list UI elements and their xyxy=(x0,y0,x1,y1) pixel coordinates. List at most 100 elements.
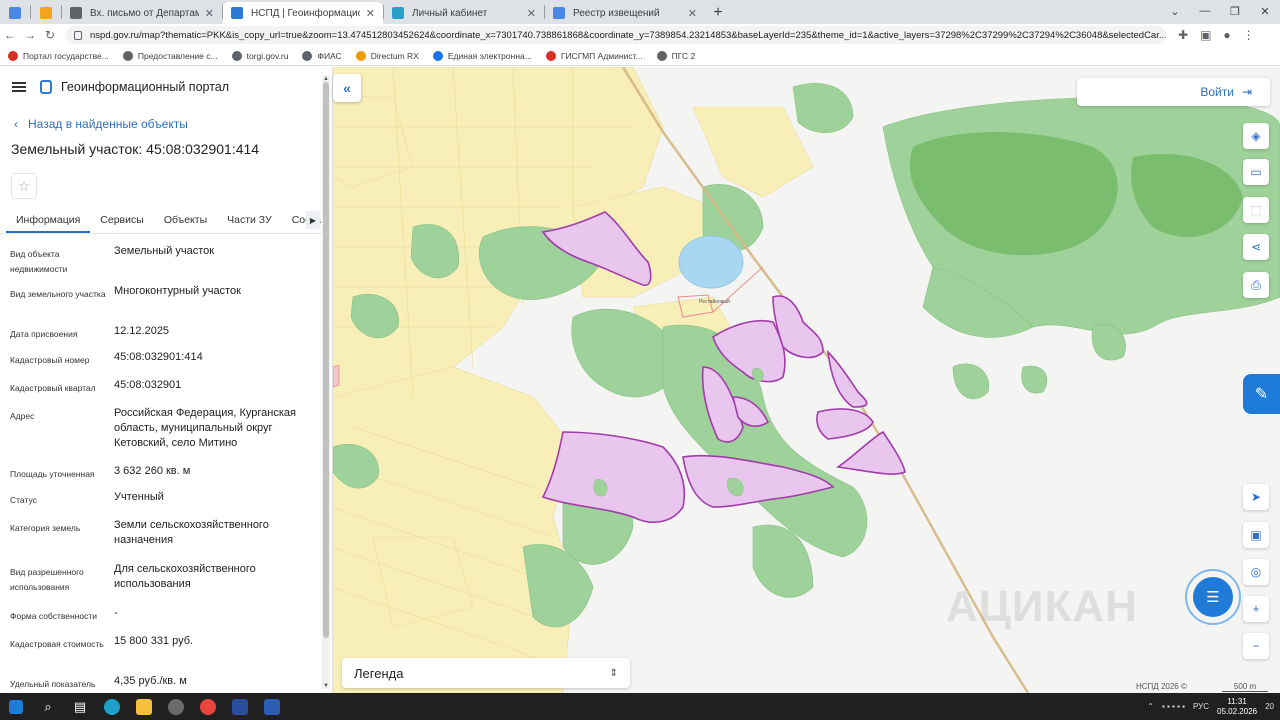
select-area-icon[interactable]: ⬚ xyxy=(1243,197,1269,223)
profile-icon[interactable]: ● xyxy=(1223,28,1230,42)
browser-tab[interactable] xyxy=(31,2,61,24)
windows-start-icon[interactable] xyxy=(0,693,32,720)
property-row: Вид объекта недвижимости Земельный участо… xyxy=(10,244,332,284)
print-icon[interactable]: ⎙ xyxy=(1243,272,1269,298)
copyright-text: НСПД 2026 © xyxy=(1136,682,1187,691)
scroll-down-icon[interactable]: ▼ xyxy=(323,683,329,689)
address-bar[interactable]: nspd.gov.ru/map?thematic=PKK&is_copy_url… xyxy=(66,26,1166,44)
browser-tab[interactable]: НСПД | Геоинформационный п ✕ xyxy=(223,2,383,24)
tray-chevron-icon[interactable]: ⌃ xyxy=(1147,702,1154,711)
bookmark-item[interactable]: Единая электронна... xyxy=(432,50,532,61)
feedback-badge-icon[interactable]: ✎ xyxy=(1243,374,1280,414)
file-explorer-icon[interactable] xyxy=(128,693,160,720)
property-row: Адрес Российская Федерация, Курганская об… xyxy=(10,406,332,464)
taskbar: ⌕ ▤ ⌃ ▪ ▪ ▪ ▪ ▪ РУС 11:31 05.02.2026 20 xyxy=(0,693,1280,720)
bookmark-item[interactable]: ФИАС xyxy=(302,50,342,61)
edge-icon[interactable] xyxy=(96,693,128,720)
legend-panel[interactable]: Легенда ⇕ xyxy=(342,658,630,688)
bookmark-item[interactable]: Предоставление с... xyxy=(122,50,218,61)
collapse-panel-button[interactable]: « xyxy=(333,74,361,102)
property-value: - xyxy=(114,607,118,619)
geolocate-icon[interactable]: ◎ xyxy=(1243,559,1269,585)
tray-app-icons[interactable]: ▪ ▪ ▪ ▪ ▪ xyxy=(1162,702,1185,711)
bookmark-favicon-icon xyxy=(432,50,443,61)
share-map-icon[interactable]: ⋖ xyxy=(1243,234,1269,260)
registry-icon xyxy=(553,7,565,19)
bookmark-label: Directum RX xyxy=(370,50,419,61)
word-icon[interactable] xyxy=(256,693,288,720)
browser-tab[interactable]: Личный кабинет ✕ xyxy=(384,2,544,24)
tab-2[interactable]: Объекты xyxy=(154,208,217,233)
search-icon[interactable]: ⌕ xyxy=(32,693,64,720)
tab-3[interactable]: Части ЗУ xyxy=(217,208,282,233)
reload-icon[interactable]: ↻ xyxy=(40,28,60,42)
clock[interactable]: 11:31 05.02.2026 xyxy=(1217,697,1257,717)
close-window-button[interactable]: ✕ xyxy=(1250,0,1280,22)
bookmark-item[interactable]: Directum RX xyxy=(355,50,419,61)
browser-tab[interactable]: Реестр извещений ✕ xyxy=(545,2,705,24)
ruler-icon[interactable]: ▭ xyxy=(1243,159,1269,185)
navigate-icon[interactable]: ➤ xyxy=(1243,484,1269,510)
system-tray: ⌃ ▪ ▪ ▪ ▪ ▪ РУС 11:31 05.02.2026 20 xyxy=(1147,697,1280,717)
tab-1[interactable]: Сервисы xyxy=(90,208,154,233)
sidepanel-icon[interactable]: ▣ xyxy=(1200,28,1211,42)
bookmark-favicon-icon xyxy=(231,50,242,61)
login-button[interactable]: Войти ⇥ xyxy=(1077,78,1270,106)
minimize-button[interactable]: — xyxy=(1190,0,1220,22)
side-scrollbar-thumb[interactable] xyxy=(323,82,329,638)
side-panel: Геоинформационный портал ‹ Назад в найде… xyxy=(0,67,333,693)
property-row: Кадастровая стоимость 15 800 331 руб. xyxy=(10,634,332,674)
back-to-results-link[interactable]: ‹ Назад в найденные объекты xyxy=(0,112,332,136)
property-value: 12.12.2025 xyxy=(114,325,170,337)
property-value: Земли сельскохозяйственного назначения xyxy=(114,519,269,546)
extensions-icon[interactable]: ✚ xyxy=(1178,28,1188,42)
zoom-in-button[interactable]: + xyxy=(1243,596,1269,622)
close-tab-icon[interactable]: ✕ xyxy=(205,7,214,20)
close-tab-icon[interactable]: ✕ xyxy=(688,7,697,20)
restore-button[interactable]: ❐ xyxy=(1220,0,1250,22)
tab-title: Вх. письмо от Департамент иму xyxy=(90,7,199,19)
scroll-up-icon[interactable]: ▲ xyxy=(323,76,329,82)
hamburger-menu-icon[interactable] xyxy=(12,82,26,92)
yandex-icon[interactable] xyxy=(224,693,256,720)
forward-nav-icon[interactable]: → xyxy=(20,28,40,42)
close-tab-icon[interactable]: ✕ xyxy=(527,7,536,20)
property-row: Удельный показатель 4,35 руб./кв. м xyxy=(10,674,332,693)
language-indicator[interactable]: РУС xyxy=(1193,702,1209,711)
property-label: Вид разрешенного использования xyxy=(10,567,84,592)
notification-count[interactable]: 20 xyxy=(1265,702,1274,711)
property-value: 15 800 331 руб. xyxy=(114,635,194,647)
browser-tab[interactable]: Вх. письмо от Департамент иму ✕ xyxy=(62,2,222,24)
property-value: Российская Федерация, Курганская область… xyxy=(114,407,296,449)
property-value: 4,35 руб./кв. м xyxy=(114,675,187,687)
app-icon[interactable] xyxy=(160,693,192,720)
bookmark-favicon-icon xyxy=(545,50,556,61)
expand-legend-icon[interactable]: ⇕ xyxy=(610,668,618,679)
layers-icon[interactable]: ◈ xyxy=(1243,123,1269,149)
bookmark-item[interactable]: ГИСГМП Админист... xyxy=(545,50,643,61)
new-tab-button[interactable]: + xyxy=(705,2,731,24)
back-nav-icon[interactable]: ← xyxy=(0,28,20,42)
zoom-out-button[interactable]: − xyxy=(1243,633,1269,659)
task-view-icon[interactable]: ▤ xyxy=(64,693,96,720)
tab-0[interactable]: Информация xyxy=(6,208,91,233)
bookmarks-bar: Портал государстве... Предоставление с...… xyxy=(0,46,1280,66)
clock-date: 05.02.2026 xyxy=(1217,706,1258,716)
chrome-icon[interactable] xyxy=(192,693,224,720)
chevron-left-icon: ‹ xyxy=(14,117,18,131)
tab-search-icon[interactable]: ⌄ xyxy=(1160,0,1190,22)
bookmark-item[interactable]: Портал государстве... xyxy=(8,50,109,61)
tabs-scroll-right-icon[interactable]: ▶ xyxy=(306,211,320,229)
bookmark-label: ФИАС xyxy=(317,50,342,61)
window-controls: ⌄ — ❐ ✕ xyxy=(1160,0,1280,22)
bookmark-favicon-icon xyxy=(656,50,667,61)
chat-button[interactable]: ☰ xyxy=(1193,577,1233,617)
minimap-icon[interactable]: ▣ xyxy=(1243,522,1269,548)
close-tab-icon[interactable]: ✕ xyxy=(366,7,375,20)
property-value: Для сельскохозяйственного использования xyxy=(114,563,256,590)
browser-tab[interactable] xyxy=(0,2,30,24)
bookmark-item[interactable]: ПГС 2 xyxy=(656,50,695,61)
menu-icon[interactable]: ⋮ xyxy=(1243,28,1255,42)
bookmark-item[interactable]: torgi.gov.ru xyxy=(231,50,288,61)
favorite-star-button[interactable]: ☆ xyxy=(11,173,37,199)
